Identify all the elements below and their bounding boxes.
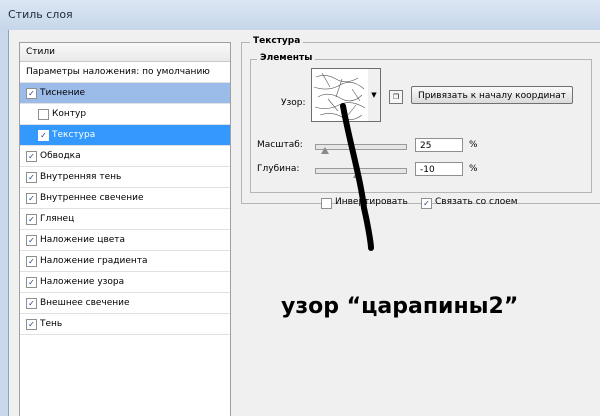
depth-label: Глубина: — [257, 164, 300, 174]
style-item[interactable]: ✓ Внешнее свечение — [20, 293, 230, 314]
style-item[interactable]: ✓ Внутренняя тень — [20, 167, 230, 188]
style-item-label: Наложение узора — [40, 277, 125, 287]
style-item[interactable]: ✓ Внутреннее свечение — [20, 188, 230, 209]
style-item-checkbox[interactable] — [38, 109, 49, 120]
style-item-label: Внутренняя тень — [40, 172, 122, 182]
style-item[interactable]: ✓ Тень — [20, 314, 230, 335]
style-item[interactable]: ✓ Наложение цвета — [20, 230, 230, 251]
styles-header[interactable]: Стили — [20, 43, 230, 62]
style-item-checkbox[interactable]: ✓ — [26, 214, 37, 225]
style-item-checkbox[interactable]: ✓ — [26, 298, 37, 309]
style-item-label: Тень — [40, 319, 63, 329]
scale-input[interactable]: 25 — [415, 138, 463, 152]
depth-slider-thumb[interactable] — [352, 171, 361, 178]
style-item-checkbox[interactable]: ✓ — [26, 172, 37, 183]
blending-options-item[interactable]: Параметры наложения: по умолчанию — [20, 62, 230, 83]
new-preset-icon[interactable]: ❐ — [389, 90, 403, 104]
title-bar: Стиль слоя — [0, 0, 600, 30]
window-title: Стиль слоя — [8, 8, 73, 21]
style-item-checkbox[interactable]: ✓ — [26, 235, 37, 246]
invert-checkbox-box[interactable] — [321, 198, 332, 209]
style-item-checkbox[interactable]: ✓ — [26, 277, 37, 288]
style-item-checkbox[interactable]: ✓ — [26, 193, 37, 204]
style-item[interactable]: ✓ Обводка — [20, 146, 230, 167]
scale-slider[interactable] — [315, 144, 407, 154]
style-item-checkbox[interactable]: ✓ — [26, 256, 37, 267]
depth-unit: % — [469, 164, 478, 174]
style-item[interactable]: ✓ Тиснение — [20, 83, 230, 104]
style-item-label: Наложение градиента — [40, 256, 148, 266]
annotation-text: узор “царапины2” — [281, 294, 519, 319]
style-item[interactable]: ✓ Глянец — [20, 209, 230, 230]
link-checkbox-box[interactable]: ✓ — [421, 198, 432, 209]
style-item-label: Внутреннее свечение — [40, 193, 144, 203]
style-item[interactable]: ✓ Наложение узора — [20, 272, 230, 293]
invert-label: Инвертировать — [335, 197, 408, 207]
style-items: ✓ Тиснение Контур ✓ Текстура ✓ Обводка ✓ Внутрен… — [20, 83, 230, 335]
dialog-client: Стили Параметры наложения: по умолчанию … — [8, 30, 600, 416]
style-item-label: Тиснение — [40, 88, 85, 98]
texture-group-title: Текстура — [250, 36, 304, 46]
layer-style-dialog: Стиль слоя Стили Параметры наложения: по… — [0, 0, 600, 416]
scale-unit: % — [469, 140, 478, 150]
style-item[interactable]: ✓ Наложение градиента — [20, 251, 230, 272]
scale-label: Масштаб: — [257, 140, 303, 150]
style-item-label: Внешнее свечение — [40, 298, 130, 308]
link-label: Связать со слоем — [435, 197, 518, 207]
style-item-label: Наложение цвета — [40, 235, 126, 245]
scale-slider-thumb[interactable] — [321, 147, 329, 154]
pattern-dropdown-arrow-icon[interactable]: ▼ — [368, 68, 381, 122]
depth-slider[interactable] — [315, 168, 407, 178]
elements-group-title: Элементы — [257, 53, 316, 63]
style-item[interactable]: ✓ Текстура — [20, 125, 230, 146]
style-item-label: Глянец — [40, 214, 75, 224]
style-item-checkbox[interactable]: ✓ — [26, 319, 37, 330]
texture-group: Текстура Элементы Узор: ▼ ❐ Привязать к … — [241, 36, 600, 209]
scratch-pattern-image — [313, 72, 366, 120]
style-item-checkbox[interactable]: ✓ — [38, 130, 49, 141]
style-item-label: Контур — [52, 109, 87, 119]
pattern-label: Узор: — [281, 98, 306, 108]
pattern-preview[interactable] — [311, 68, 369, 122]
style-item-checkbox[interactable]: ✓ — [26, 88, 37, 99]
style-item[interactable]: Контур — [20, 104, 230, 125]
depth-input[interactable]: -10 — [415, 162, 463, 176]
style-item-checkbox[interactable]: ✓ — [26, 151, 37, 162]
styles-list: Стили Параметры наложения: по умолчанию … — [19, 42, 231, 416]
snap-to-origin-button[interactable]: Привязать к началу координат — [411, 86, 573, 104]
style-item-label: Обводка — [40, 151, 81, 161]
style-item-label: Текстура — [52, 130, 96, 140]
elements-group: Элементы Узор: ▼ ❐ Привязать к началу ко… — [250, 53, 592, 209]
